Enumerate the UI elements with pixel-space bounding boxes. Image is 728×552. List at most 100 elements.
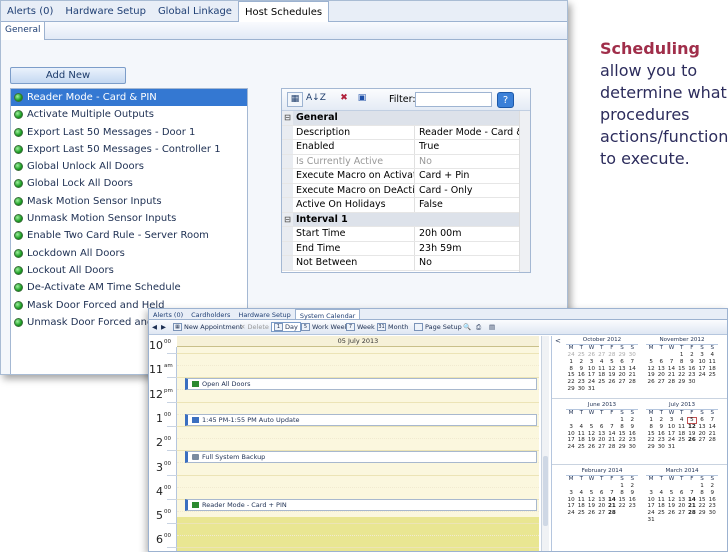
property-row[interactable]: Execute Macro on DeActiv...Card - Only	[282, 183, 530, 198]
day-cell[interactable]: 27	[697, 437, 707, 444]
day-cell[interactable]: 16	[627, 497, 637, 504]
day-cell[interactable]: 29	[617, 444, 627, 451]
day-cell[interactable]: 9	[627, 424, 637, 431]
day-cell[interactable]: 8	[646, 424, 656, 431]
property-value[interactable]: 23h 59m	[415, 242, 530, 256]
day-cell[interactable]: 8	[617, 490, 627, 497]
day-cell[interactable]	[666, 483, 676, 490]
day-cell[interactable]: 27	[656, 379, 666, 386]
property-row[interactable]: Active On Holidays False	[282, 198, 530, 213]
day-cell[interactable]: 18	[656, 503, 666, 510]
day-cell[interactable]: 31	[646, 517, 656, 524]
property-value[interactable]: False	[415, 198, 530, 212]
tab-system-calendar[interactable]: System Calendar	[294, 309, 361, 320]
schedule-item[interactable]: Reader Mode - Card & PIN	[11, 89, 247, 107]
work-week-view-button[interactable]: 5 Work Week	[301, 323, 348, 331]
day-cell[interactable]	[697, 379, 707, 386]
day-cell[interactable]: 6	[697, 417, 707, 424]
day-cell[interactable]: 21	[707, 431, 717, 438]
day-cell[interactable]: 5	[586, 490, 596, 497]
day-cell[interactable]	[656, 483, 666, 490]
day-cell[interactable]	[607, 386, 617, 393]
day-cell[interactable]: 28	[607, 444, 617, 451]
day-cell[interactable]: 5	[686, 417, 697, 424]
day-cell[interactable]: 16	[656, 431, 666, 438]
schedule-item[interactable]: Activate Multiple Outputs	[11, 106, 247, 123]
day-cell[interactable]: 4	[576, 490, 586, 497]
day-cell[interactable]: 16	[707, 497, 717, 504]
day-cell[interactable]: 1	[617, 483, 627, 490]
day-cell[interactable]: 15	[566, 372, 576, 379]
day-cell[interactable]: 9	[656, 424, 666, 431]
day-cell[interactable]: 2	[627, 417, 637, 424]
day-cell[interactable]: 26	[586, 510, 596, 517]
day-cell[interactable]: 10	[697, 359, 707, 366]
day-cell[interactable]: 6	[597, 424, 607, 431]
day-cell[interactable]: 6	[656, 359, 666, 366]
day-cell[interactable]: 24	[566, 510, 576, 517]
collapse-icon[interactable]: ⊟	[282, 111, 293, 125]
day-cell[interactable]: 25	[576, 352, 586, 359]
day-cell[interactable]	[697, 444, 707, 451]
print-preview-icon[interactable]: 🔍	[463, 323, 471, 331]
day-cell[interactable]: 20	[656, 372, 666, 379]
day-cell[interactable]: 13	[597, 431, 607, 438]
day-cell[interactable]: 30	[707, 510, 717, 517]
property-value[interactable]: Reader Mode - Card & P...	[415, 126, 530, 140]
day-cell[interactable]: 22	[617, 437, 627, 444]
day-cell[interactable]: 3	[697, 352, 707, 359]
day-cell[interactable]: 21	[666, 372, 676, 379]
day-cell[interactable]: 8	[677, 359, 687, 366]
day-cell[interactable]: 16	[576, 372, 586, 379]
property-value[interactable]: Card + Pin	[415, 169, 530, 183]
day-cell[interactable]: 31	[586, 386, 596, 393]
day-cell[interactable]: 29	[617, 352, 627, 359]
property-row[interactable]: End Time 23h 59m	[282, 241, 530, 256]
tab-general[interactable]: General	[1, 22, 46, 40]
appointment[interactable]: Reader Mode - Card + PIN	[185, 499, 537, 511]
day-cell[interactable]: 8	[697, 490, 707, 497]
day-cell[interactable]: 5	[586, 424, 596, 431]
schedule-item[interactable]: Global Unlock All Doors	[11, 158, 247, 175]
day-cell[interactable]: 11	[576, 431, 586, 438]
day-cell[interactable]: 18	[707, 366, 717, 373]
day-cell[interactable]: 17	[586, 372, 596, 379]
day-cell[interactable]: 10	[566, 431, 576, 438]
day-cell[interactable]: 3	[646, 490, 656, 497]
day-cell[interactable]: 2	[627, 483, 637, 490]
tab-alerts[interactable]: Alerts (0)	[1, 1, 59, 21]
day-cell[interactable]: 3	[666, 417, 676, 424]
add-new-button[interactable]: Add New	[10, 67, 126, 84]
new-appointment-button[interactable]: ▦ New Appointment	[173, 323, 242, 331]
day-cell[interactable]: 20	[597, 503, 607, 510]
day-cell[interactable]	[566, 483, 576, 490]
appointment[interactable]: 1:45 PM-1:55 PM Auto Update	[185, 414, 537, 426]
day-cell[interactable]	[677, 483, 687, 490]
day-cell[interactable]: 19	[607, 372, 617, 379]
day-cell[interactable]: 11	[597, 366, 607, 373]
day-cell[interactable]: 28	[607, 352, 617, 359]
day-cell[interactable]: 20	[597, 437, 607, 444]
day-cell[interactable]: 20	[697, 431, 707, 438]
prev-month-arrow[interactable]: <	[555, 337, 561, 345]
day-cell[interactable]: 4	[656, 490, 666, 497]
day-cell[interactable]: 27	[597, 352, 607, 359]
schedule-item[interactable]: Unmask Motion Sensor Inputs	[11, 210, 247, 227]
day-cell[interactable]: 19	[687, 431, 697, 438]
day-cell[interactable]: 17	[697, 366, 707, 373]
day-cell[interactable]: 3	[566, 490, 576, 497]
day-cell[interactable]: 4	[597, 359, 607, 366]
day-cell[interactable]: 12	[607, 366, 617, 373]
schedule-item[interactable]: Export Last 50 Messages - Controller 1	[11, 141, 247, 158]
page-setup-button[interactable]: Page Setup	[414, 323, 462, 331]
day-cell[interactable]: 29	[697, 510, 707, 517]
day-cell[interactable]: 14	[607, 497, 617, 504]
delete-button[interactable]: ✕ Delete	[240, 323, 269, 331]
day-cell[interactable]: 16	[627, 431, 637, 438]
day-cell[interactable]	[656, 352, 666, 359]
day-cell[interactable]: 29	[677, 379, 687, 386]
property-category[interactable]: ⊟ General	[282, 111, 530, 126]
day-cell[interactable]: 11	[576, 497, 586, 504]
day-cell[interactable]: 30	[627, 444, 637, 451]
day-cell[interactable]: 25	[677, 437, 687, 444]
